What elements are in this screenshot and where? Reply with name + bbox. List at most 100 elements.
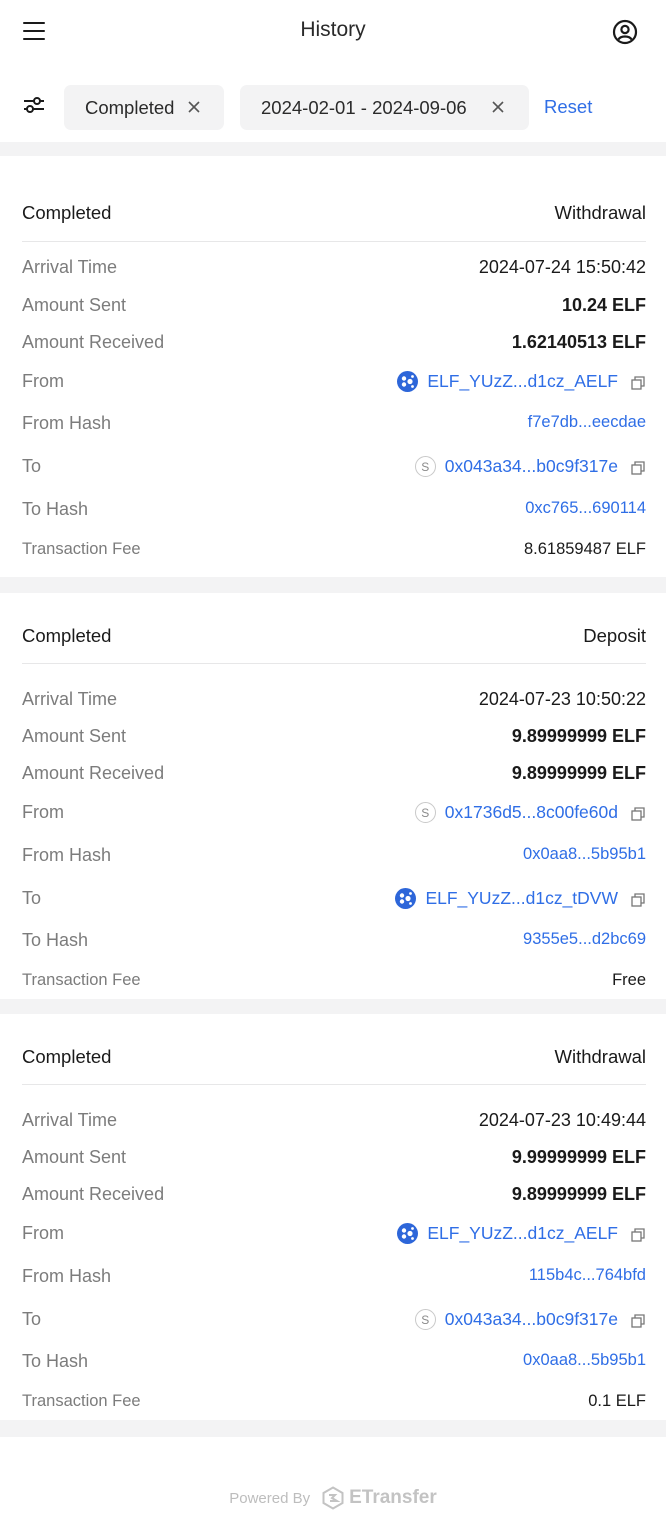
to-address-link[interactable]: 0x043a34...b0c9f317e [445,1309,618,1330]
amount-received-row: Amount Received 9.89999999 ELF [22,763,646,787]
transaction-fee-value: 8.61859487 ELF [523,540,646,558]
aelf-chain-icon [395,888,417,909]
date-range-filter-chip[interactable]: 2024-02-01 - 2024-09-06 [240,85,529,130]
status-filter-chip[interactable]: Completed [64,85,224,130]
from-address-link[interactable]: ELF_YUzZ...d1cz_AELF [427,1223,618,1244]
to-hash-label: To Hash [22,1351,89,1371]
status-text: Completed [22,202,112,223]
date-range-label: 2024-02-01 - 2024-09-06 [261,96,467,118]
arrival-time-value: 2024-07-23 10:49:44 [478,1110,646,1130]
from-address: ELF_YUzZ...d1cz_AELF [397,1223,646,1244]
status-text: Completed [22,1046,112,1067]
amount-received-label: Amount Received [22,763,165,783]
arrival-time-value: 2024-07-23 10:50:22 [478,689,646,709]
s-chain-icon: S [414,1309,436,1330]
from-row: From S 0x1736d5...8c00fe60d [22,802,646,826]
from-hash-label: From Hash [22,845,112,865]
amount-sent-row: Amount Sent 9.99999999 ELF [22,1147,646,1171]
amount-sent-row: Amount Sent 9.89999999 ELF [22,726,646,750]
arrival-time-label: Arrival Time [22,257,118,277]
amount-received-value: 1.62140513 ELF [511,332,646,352]
from-row: From ELF_YUzZ...d1cz_AELF [22,1223,646,1247]
s-chain-icon: S [414,802,436,823]
from-hash-label: From Hash [22,1266,112,1286]
divider [22,241,646,242]
divider [22,663,646,664]
user-account-icon[interactable] [611,18,639,46]
amount-sent-value: 9.99999999 ELF [511,1147,646,1167]
powered-by-label: Powered By [229,1489,311,1507]
transaction-card: Completed Withdrawal Arrival Time 2024-07-2… [0,156,666,577]
reset-filters-link[interactable]: Reset [544,96,592,118]
clear-status-icon[interactable] [186,99,202,115]
powered-by: Powered By ETransfer [0,1486,666,1510]
copy-to-icon[interactable] [630,460,646,476]
app-header: History [0,0,666,62]
from-hash-row: From Hash 0x0aa8...5b95b1 [22,845,646,869]
from-hash-link[interactable]: f7e7db...eecdae [528,413,646,432]
to-address-link[interactable]: ELF_YUzZ...d1cz_tDVW [425,888,618,909]
from-label: From [22,371,64,391]
etransfer-logo-icon [322,1486,344,1510]
s-chain-icon: S [414,456,436,477]
from-label: From [22,802,64,822]
from-address: S 0x1736d5...8c00fe60d [414,802,646,823]
copy-from-icon[interactable] [630,375,646,391]
filter-bar: Completed 2024-02-01 - 2024-09-06 Reset [0,62,666,142]
to-row: To S 0x043a34...b0c9f317e [22,1309,646,1333]
to-hash-row: To Hash 0xc765...690114 [22,499,646,523]
from-hash-link[interactable]: 0x0aa8...5b95b1 [523,845,646,864]
copy-from-icon[interactable] [630,806,646,822]
from-address-link[interactable]: ELF_YUzZ...d1cz_AELF [427,371,618,392]
arrival-time-label: Arrival Time [22,689,118,709]
transaction-fee-value: Free [612,971,646,989]
arrival-time-label: Arrival Time [22,1110,118,1130]
arrival-time-row: Arrival Time 2024-07-24 15:50:42 [22,257,646,281]
from-address: ELF_YUzZ...d1cz_AELF [397,371,646,392]
amount-sent-label: Amount Sent [22,295,127,315]
clear-date-range-icon[interactable] [490,99,506,115]
to-label: To [22,456,42,476]
divider [22,1084,646,1085]
to-row: To S 0x043a34...b0c9f317e [22,456,646,480]
to-address: ELF_YUzZ...d1cz_tDVW [395,888,646,909]
page-title: History [300,18,366,41]
transaction-type: Withdrawal [554,1046,647,1067]
from-hash-label: From Hash [22,413,112,433]
to-address-link[interactable]: 0x043a34...b0c9f317e [445,456,618,477]
to-hash-link[interactable]: 0x0aa8...5b95b1 [523,1351,646,1370]
amount-sent-value: 9.89999999 ELF [511,726,646,746]
to-row: To ELF_YUzZ...d1cz_tDVW [22,888,646,912]
to-hash-label: To Hash [22,499,89,519]
amount-received-row: Amount Received 9.89999999 ELF [22,1184,646,1208]
copy-from-icon[interactable] [630,1227,646,1243]
from-row: From ELF_YUzZ...d1cz_AELF [22,371,646,395]
copy-to-icon[interactable] [630,1313,646,1329]
from-hash-row: From Hash 115b4c...764bfd [22,1266,646,1290]
aelf-chain-icon [397,371,419,392]
to-hash-link[interactable]: 0xc765...690114 [525,499,646,518]
to-hash-link[interactable]: 9355e5...d2bc69 [523,930,646,949]
amount-received-value: 9.89999999 ELF [511,1184,646,1204]
to-hash-label: To Hash [22,930,89,950]
from-address-link[interactable]: 0x1736d5...8c00fe60d [445,802,618,823]
to-label: To [22,1309,42,1329]
copy-to-icon[interactable] [630,892,646,908]
transaction-fee-value: 0.1 ELF [588,1392,646,1410]
from-hash-link[interactable]: 115b4c...764bfd [529,1266,646,1285]
transaction-fee-label: Transaction Fee [22,540,141,558]
from-label: From [22,1223,64,1243]
to-hash-row: To Hash 0x0aa8...5b95b1 [22,1351,646,1375]
amount-sent-label: Amount Sent [22,1147,127,1167]
filter-settings-icon[interactable] [22,96,46,116]
status-filter-label: Completed [85,96,175,118]
transaction-fee-row: Transaction Fee 8.61859487 ELF [22,540,646,564]
arrival-time-row: Arrival Time 2024-07-23 10:49:44 [22,1110,646,1134]
to-hash-row: To Hash 9355e5...d2bc69 [22,930,646,954]
transaction-fee-label: Transaction Fee [22,1392,141,1410]
amount-sent-label: Amount Sent [22,726,127,746]
amount-received-value: 9.89999999 ELF [511,763,646,783]
amount-sent-row: Amount Sent 10.24 ELF [22,295,646,319]
transaction-fee-row: Transaction Fee 0.1 ELF [22,1392,646,1416]
to-address: S 0x043a34...b0c9f317e [414,1309,646,1330]
